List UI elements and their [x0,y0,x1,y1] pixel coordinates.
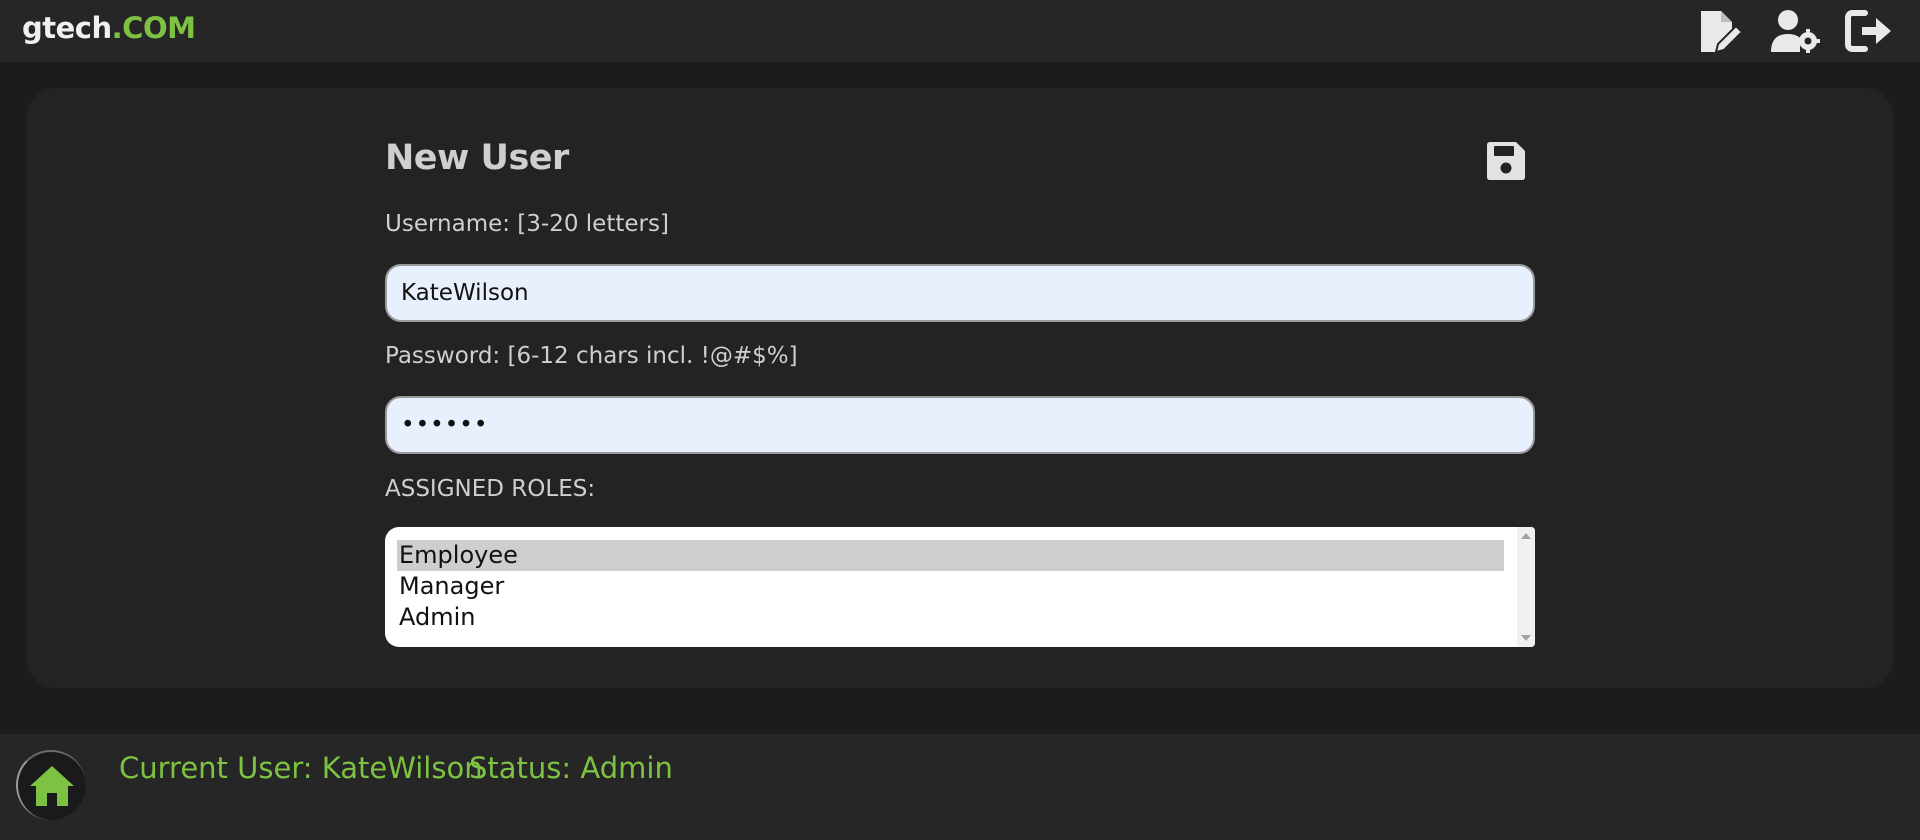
home-button[interactable] [16,750,86,820]
footer-bar [0,734,1920,840]
role-option-employee[interactable]: Employee [397,540,1504,571]
password-input[interactable]: •••••• [385,396,1535,454]
current-user-text: Current User: KateWilson [119,751,483,785]
home-icon [30,766,74,806]
status-text: Status: Admin [469,751,673,785]
role-option-manager[interactable]: Manager [397,571,1504,602]
roles-label: ASSIGNED ROLES: [385,476,596,502]
logout-icon[interactable] [1845,8,1895,54]
scroll-up-arrow-icon[interactable] [1521,533,1531,539]
edit-document-icon[interactable] [1696,8,1746,54]
page-title: New User [385,138,569,178]
brand-logo[interactable]: gtech.COM [22,11,196,45]
user-settings-icon[interactable] [1770,8,1820,54]
username-input[interactable] [385,264,1535,322]
scroll-down-arrow-icon[interactable] [1521,635,1531,641]
roles-listbox[interactable]: Employee Manager Admin [385,527,1535,647]
password-label: Password: [6-12 chars incl. !@#$%] [385,343,798,369]
top-bar: gtech.COM [0,0,1920,62]
role-option-admin[interactable]: Admin [397,602,1504,633]
floppy-disk-icon[interactable] [1485,140,1527,182]
brand-name: gtech [22,11,112,45]
username-label: Username: [3-20 letters] [385,211,669,237]
brand-domain: .COM [111,11,196,45]
listbox-scrollbar[interactable] [1517,527,1535,647]
